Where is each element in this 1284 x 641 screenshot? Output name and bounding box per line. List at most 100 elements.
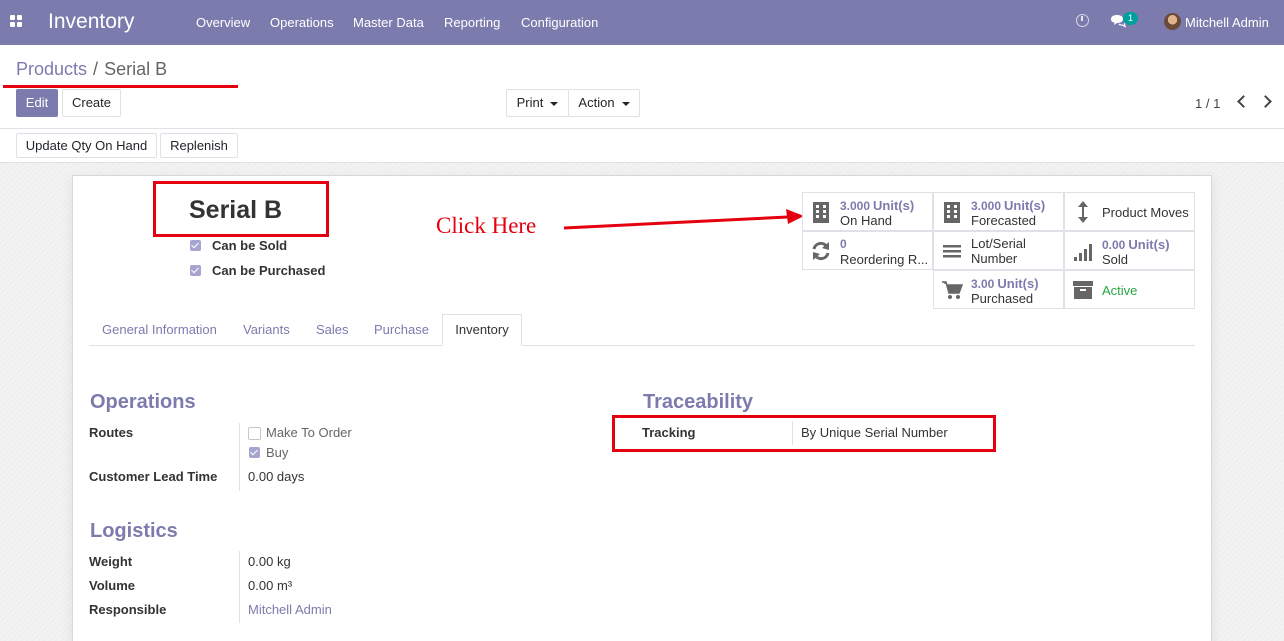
menu-reporting[interactable]: Reporting <box>444 15 500 30</box>
list-icon <box>943 245 961 258</box>
lot-serial-button[interactable]: Lot/Serial Number <box>933 231 1064 270</box>
weight-label: Weight <box>89 554 133 569</box>
purchased-button[interactable]: 3.00 Unit(s) Purchased <box>933 270 1064 309</box>
archive-icon <box>1073 281 1093 299</box>
buy-label: Buy <box>266 445 289 460</box>
tab-purchase[interactable]: Purchase <box>374 322 429 337</box>
tab-variants[interactable]: Variants <box>243 322 290 337</box>
tab-inventory[interactable]: Inventory <box>442 314 522 346</box>
statusbar-divider <box>0 162 1284 163</box>
refresh-icon <box>812 241 830 261</box>
print-label: Print <box>516 95 544 110</box>
purchased-value: 3.00 <box>971 277 995 291</box>
customer-lead-time-value[interactable]: 0.00 days <box>248 469 304 484</box>
can-be-sold-label: Can be Sold <box>212 238 288 253</box>
active-label: Active <box>1102 283 1138 298</box>
forecasted-label: Forecasted <box>971 213 1037 228</box>
reordering-button[interactable]: 0 Reordering R... <box>802 231 933 270</box>
annotation-click-here: Click Here <box>436 213 537 238</box>
on-hand-button[interactable]: 3.000 Unit(s) On Hand <box>802 192 933 231</box>
purchased-label: Purchased <box>971 291 1034 306</box>
create-button[interactable]: Create <box>62 89 121 117</box>
responsible-value[interactable]: Mitchell Admin <box>248 602 332 617</box>
on-hand-unit: Unit(s) <box>873 198 915 213</box>
volume-value[interactable]: 0.00 m³ <box>248 578 292 593</box>
grid-icon[interactable] <box>10 15 24 29</box>
volume-label: Volume <box>89 578 135 593</box>
weight-number: 0.00 <box>248 554 274 569</box>
breadcrumb-current: Serial B <box>104 59 168 79</box>
routes-label: Routes <box>89 425 134 440</box>
lot-serial-label-line1: Lot/Serial <box>971 236 1026 251</box>
app-title[interactable]: Inventory <box>48 10 134 34</box>
annotation-box-title <box>153 181 329 237</box>
menu-operations[interactable]: Operations <box>270 15 334 30</box>
signal-bars-icon <box>1074 244 1092 261</box>
forecasted-unit: Unit(s) <box>1004 198 1046 213</box>
product-moves-label: Product Moves <box>1102 205 1189 220</box>
building-icon <box>813 202 829 223</box>
on-hand-value: 3.000 <box>840 199 871 213</box>
field-separator <box>239 423 240 491</box>
replenish-button[interactable]: Replenish <box>160 133 238 158</box>
caret-down-icon <box>550 101 559 106</box>
edit-button[interactable]: Edit <box>16 89 58 117</box>
can-be-purchased-label: Can be Purchased <box>212 263 326 278</box>
operations-title: Operations <box>90 391 196 413</box>
weight-unit: kg <box>276 554 291 569</box>
annotation-arrow <box>563 209 804 230</box>
caret-down-icon <box>621 101 630 106</box>
product-moves-button[interactable]: Product Moves <box>1064 192 1195 231</box>
field-separator <box>239 551 240 623</box>
logistics-title: Logistics <box>90 520 178 542</box>
breadcrumb: Products / Serial B <box>16 59 167 80</box>
can-be-sold-checkbox[interactable] <box>190 240 201 251</box>
top-navbar: Inventory Overview Operations Master Dat… <box>0 0 1284 45</box>
annotation-underline <box>3 85 238 88</box>
annotation-box-tracking <box>612 415 996 452</box>
make-to-order-label: Make To Order <box>266 425 352 440</box>
reordering-label: Reordering R... <box>840 252 929 267</box>
forecasted-value: 3.000 <box>971 199 1002 213</box>
active-toggle-button[interactable]: Active <box>1064 270 1195 309</box>
make-to-order-checkbox[interactable] <box>248 427 261 440</box>
sold-unit: Unit(s) <box>1128 237 1170 252</box>
volume-number: 0.00 <box>248 578 274 593</box>
action-label: Action <box>578 95 615 110</box>
chat-badge: 1 <box>1123 12 1138 25</box>
menu-configuration[interactable]: Configuration <box>521 15 598 30</box>
clock-icon[interactable] <box>1076 14 1089 27</box>
action-dropdown[interactable]: Action <box>568 89 640 117</box>
up-down-arrow-icon <box>1078 201 1088 223</box>
forecasted-button[interactable]: 3.000 Unit(s) Forecasted <box>933 192 1064 231</box>
user-menu[interactable]: Mitchell Admin <box>1185 15 1269 30</box>
breadcrumb-separator: / <box>93 59 99 79</box>
sold-label: Sold <box>1102 252 1129 267</box>
customer-lead-time-label: Customer Lead Time <box>89 469 218 484</box>
cart-icon <box>942 281 963 299</box>
on-hand-label: On Hand <box>840 213 893 228</box>
toolbar-divider <box>0 128 1284 129</box>
buy-checkbox[interactable] <box>249 447 260 458</box>
traceability-title: Traceability <box>643 391 754 413</box>
chevron-right-icon[interactable] <box>1259 95 1272 108</box>
sold-button[interactable]: 0.00 Unit(s) Sold <box>1064 231 1195 270</box>
responsible-label: Responsible <box>89 602 167 617</box>
can-be-purchased-checkbox[interactable] <box>190 265 201 276</box>
print-dropdown[interactable]: Print <box>506 89 569 117</box>
pager-value[interactable]: 1 / 1 <box>1195 96 1220 111</box>
tab-general-information[interactable]: General Information <box>102 322 217 337</box>
sold-value: 0.00 <box>1102 238 1126 252</box>
weight-value[interactable]: 0.00 kg <box>248 554 291 569</box>
tab-sales[interactable]: Sales <box>316 322 349 337</box>
update-qty-button[interactable]: Update Qty On Hand <box>16 133 157 158</box>
volume-unit: m³ <box>276 578 293 593</box>
breadcrumb-products[interactable]: Products <box>16 59 87 79</box>
lot-serial-label-line2: Number <box>971 251 1018 266</box>
chevron-left-icon[interactable] <box>1237 95 1250 108</box>
avatar[interactable] <box>1164 13 1181 30</box>
building-icon <box>944 202 960 223</box>
menu-master-data[interactable]: Master Data <box>353 15 424 30</box>
reordering-value: 0 <box>840 237 847 251</box>
menu-overview[interactable]: Overview <box>196 15 250 30</box>
